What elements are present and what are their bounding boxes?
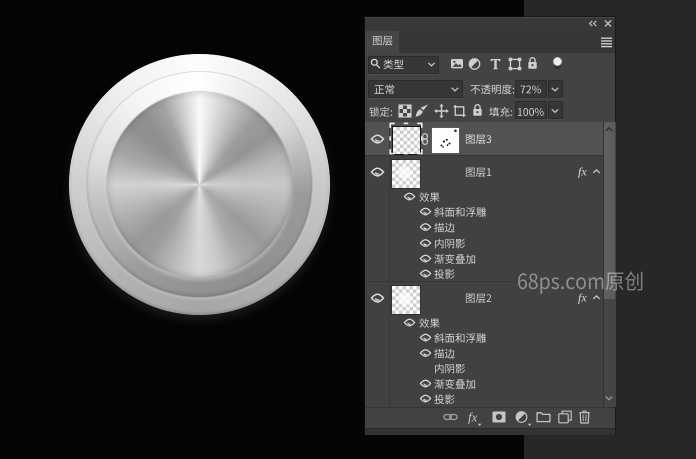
svg-text:fx: fx (578, 291, 587, 305)
svg-text:fx: fx (578, 165, 587, 179)
svg-text:fx: fx (468, 410, 478, 425)
